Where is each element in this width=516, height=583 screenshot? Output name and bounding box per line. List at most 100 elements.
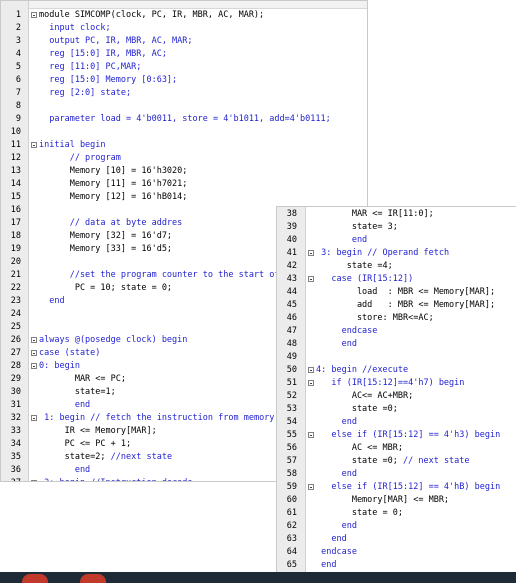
code-text: end — [39, 295, 65, 308]
code-keyword: reg [15:0] Memory [0:63]; — [39, 75, 178, 85]
taskbar-app-2[interactable] — [80, 574, 106, 583]
fold-collapse-icon[interactable] — [31, 337, 37, 343]
fold-collapse-icon[interactable] — [31, 350, 37, 356]
code-keyword: reg [2:0] state; — [39, 88, 132, 98]
code-line[interactable]: 42 state =4; — [277, 260, 516, 273]
code-line[interactable]: 45 add : MBR <= Memory[MAR]; — [277, 299, 516, 312]
code-line[interactable]: 61 state = 0; — [277, 507, 516, 520]
fold-collapse-icon[interactable] — [308, 276, 314, 282]
code-token: AC<= AC+MBR; — [316, 391, 414, 401]
code-line[interactable]: 53 state =0; — [277, 403, 516, 416]
code-line[interactable]: 46 store: MBR<=AC; — [277, 312, 516, 325]
code-token: MAR <= PC; — [39, 374, 126, 384]
code-line[interactable]: 58 end — [277, 468, 516, 481]
code-line[interactable]: 64 endcase — [277, 546, 516, 559]
code-keyword: 3: begin — [316, 248, 368, 258]
fold-collapse-icon[interactable] — [31, 363, 37, 369]
code-line[interactable]: 3 output PC, IR, MBR, AC, MAR; — [1, 35, 367, 48]
code-line[interactable]: 50 4: begin //execute — [277, 364, 516, 377]
fold-collapse-icon[interactable] — [308, 367, 314, 373]
line-number: 9 — [15, 114, 21, 124]
fold-collapse-icon[interactable] — [31, 12, 37, 18]
line-number: 7 — [15, 88, 21, 98]
code-keyword: parameter load = 4'b0011, store = 4'b101… — [39, 114, 331, 124]
code-text: // data at byte addres — [39, 217, 183, 230]
line-number: 45 — [286, 300, 297, 310]
code-lines[interactable]: 38 MAR <= IR[11:0]; 39 state= 3; 40 end 41 … — [277, 208, 516, 572]
code-line[interactable]: 5 reg [11:0] PC,MAR; — [1, 61, 367, 74]
code-keyword: end — [39, 296, 65, 306]
line-number: 47 — [286, 326, 297, 336]
code-line[interactable]: 63 end — [277, 533, 516, 546]
code-line[interactable]: 6 reg [15:0] Memory [0:63]; — [1, 74, 367, 87]
code-line[interactable]: 1 module SIMCOMP(clock, PC, IR, MBR, AC, … — [1, 9, 367, 22]
code-line[interactable]: 47 endcase — [277, 325, 516, 338]
code-line[interactable]: 11 initial begin — [1, 139, 367, 152]
fold-collapse-icon[interactable] — [308, 250, 314, 256]
code-line[interactable]: 48 end — [277, 338, 516, 351]
fold-collapse-icon[interactable] — [31, 142, 37, 148]
code-line[interactable]: 38 MAR <= IR[11:0]; — [277, 208, 516, 221]
code-line[interactable]: 60 Memory[MAR] <= MBR; — [277, 494, 516, 507]
code-line[interactable]: 65 end — [277, 559, 516, 572]
fold-collapse-icon[interactable] — [308, 380, 314, 386]
fold-collapse-icon[interactable] — [31, 415, 37, 421]
code-line[interactable]: 14 Memory [11] = 16'h7021; — [1, 178, 367, 191]
line-number: 55 — [286, 430, 297, 440]
code-token: IR <= Memory[MAR]; — [39, 426, 157, 436]
code-keyword: end — [316, 235, 368, 245]
line-number: 36 — [10, 465, 21, 475]
code-line[interactable]: 41 3: begin // Operand fetch — [277, 247, 516, 260]
code-token: state = 0; — [316, 508, 403, 518]
code-keyword: end — [316, 560, 337, 570]
code-line[interactable]: 9 parameter load = 4'b0011, store = 4'b1… — [1, 113, 367, 126]
code-token: state= 3; — [316, 222, 398, 232]
code-line[interactable]: 52 AC<= AC+MBR; — [277, 390, 516, 403]
code-line[interactable]: 59 else if (IR[15:12] == 4'hB) begin — [277, 481, 516, 494]
code-text: state=1; — [39, 386, 116, 399]
code-editor-pane-right[interactable]: 38 MAR <= IR[11:0]; 39 state= 3; 40 end 41 … — [276, 206, 516, 572]
code-line[interactable]: 57 state =0; // next state — [277, 455, 516, 468]
code-text: 0: begin — [39, 360, 80, 373]
code-keyword: reg [11:0] PC,MAR; — [39, 62, 142, 72]
code-line[interactable]: 43 case (IR[15:12]) — [277, 273, 516, 286]
fold-collapse-icon[interactable] — [31, 480, 37, 481]
code-line[interactable]: 51 if (IR[15:12]==4'h7) begin — [277, 377, 516, 390]
code-text: AC<= AC+MBR; — [316, 390, 413, 403]
fold-collapse-icon[interactable] — [308, 484, 314, 490]
code-keyword: output PC, IR, MBR, AC, MAR; — [39, 36, 193, 46]
code-token: state =0; — [316, 404, 398, 414]
code-keyword: end — [316, 339, 357, 349]
code-line[interactable]: 2 input clock; — [1, 22, 367, 35]
code-token: module SIMCOMP(clock, PC, IR, MBR, AC, M… — [39, 10, 265, 20]
code-line[interactable]: 54 end — [277, 416, 516, 429]
line-number: 24 — [10, 309, 21, 319]
code-line[interactable]: 15 Memory [12] = 16'hB014; — [1, 191, 367, 204]
code-comment: //Instruction decode — [90, 478, 192, 481]
code-line[interactable]: 4 reg [15:0] IR, MBR, AC; — [1, 48, 367, 61]
code-line[interactable]: 39 state= 3; — [277, 221, 516, 234]
code-text: end — [316, 234, 367, 247]
code-text: parameter load = 4'b0011, store = 4'b101… — [39, 113, 331, 126]
code-text: Memory [33] = 16'd5; — [39, 243, 172, 256]
code-line[interactable]: 12 // program — [1, 152, 367, 165]
code-line[interactable]: 13 Memory [10] = 16'h3020; — [1, 165, 367, 178]
line-number: 56 — [286, 443, 297, 453]
taskbar-app-1[interactable] — [22, 574, 48, 583]
code-line[interactable]: 49 — [277, 351, 516, 364]
code-text: end — [316, 520, 357, 533]
code-line[interactable]: 40 end — [277, 234, 516, 247]
fold-collapse-icon[interactable] — [308, 432, 314, 438]
code-keyword: 0: begin — [39, 361, 80, 371]
code-line[interactable]: 62 end — [277, 520, 516, 533]
code-line[interactable]: 8 — [1, 100, 367, 113]
code-text: output PC, IR, MBR, AC, MAR; — [39, 35, 193, 48]
line-number: 17 — [10, 218, 21, 228]
code-line[interactable]: 44 load : MBR <= Memory[MAR]; — [277, 286, 516, 299]
code-token: Memory[MAR] <= MBR; — [316, 495, 450, 505]
code-line[interactable]: 7 reg [2:0] state; — [1, 87, 367, 100]
code-line[interactable]: 55 else if (IR[15:12] == 4'h3) begin — [277, 429, 516, 442]
code-line[interactable]: 10 — [1, 126, 367, 139]
code-line[interactable]: 56 AC <= MBR; — [277, 442, 516, 455]
code-text: end — [316, 416, 357, 429]
